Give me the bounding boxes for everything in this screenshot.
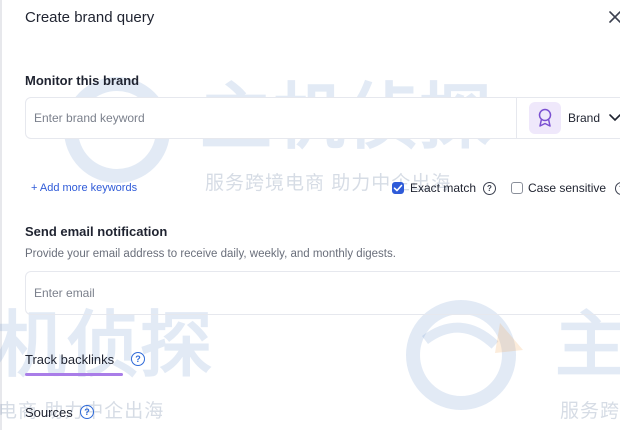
add-more-keywords-link[interactable]: + Add more keywords — [31, 182, 137, 194]
brand-type-icon-box — [529, 102, 561, 134]
track-backlinks-label[interactable]: Track backlinks — [25, 352, 114, 367]
monitor-brand-label: Monitor this brand — [25, 73, 140, 88]
case-sensitive-help-icon[interactable]: ? — [615, 182, 620, 195]
brand-type-label: Brand — [568, 111, 601, 125]
email-field-box — [25, 271, 620, 315]
close-icon[interactable] — [606, 8, 620, 26]
track-backlinks-help-icon[interactable]: ? — [131, 352, 145, 366]
watermark-slogan-bottom-right: 服务跨 — [560, 401, 620, 422]
email-help-text: Provide your email address to receive da… — [25, 248, 396, 260]
dialog-title: Create brand query — [25, 9, 155, 26]
keyword-divider — [516, 98, 517, 138]
email-input[interactable] — [26, 272, 620, 314]
keyword-row: Brand — [25, 97, 620, 139]
award-ribbon-icon — [538, 108, 552, 127]
chevron-down-icon — [609, 114, 620, 122]
case-sensitive-checkbox[interactable] — [511, 182, 523, 194]
track-backlinks-underline — [25, 373, 123, 376]
sources-label: Sources — [25, 405, 73, 420]
dialog-left-border — [0, 0, 2, 430]
exact-match-checkbox[interactable] — [392, 182, 404, 194]
exact-match-help-icon[interactable]: ? — [483, 182, 496, 195]
watermark-brand-bottom-right: 主 — [555, 306, 620, 386]
case-sensitive-label[interactable]: Case sensitive — [528, 181, 606, 195]
sources-help-icon[interactable]: ? — [80, 405, 94, 419]
exact-match-label[interactable]: Exact match — [410, 181, 476, 195]
brand-keyword-input[interactable] — [26, 98, 532, 138]
brand-type-dropdown[interactable]: Brand — [526, 102, 620, 134]
checkmark-icon — [393, 184, 403, 192]
email-notification-label: Send email notification — [25, 224, 168, 239]
